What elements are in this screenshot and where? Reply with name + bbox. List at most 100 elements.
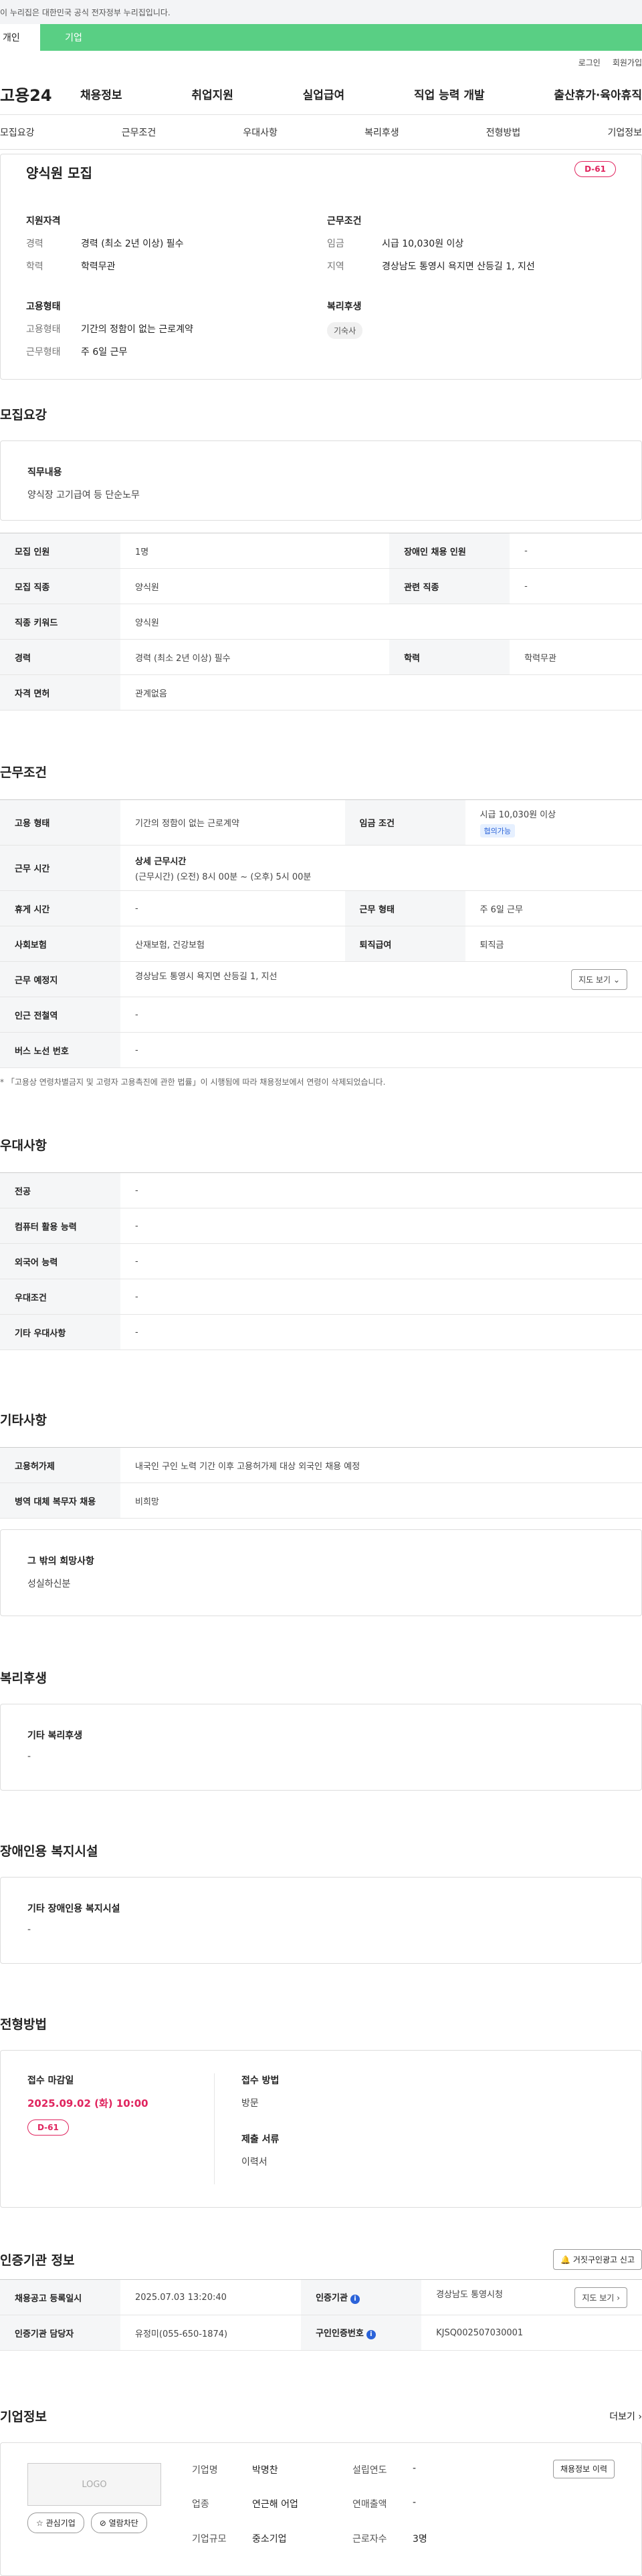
gnb-training[interactable]: 직업 능력 개발 <box>414 86 485 102</box>
chevron-right-icon: › <box>638 2411 642 2422</box>
more-link[interactable]: 더보기 › <box>609 2410 642 2423</box>
company-logo: LOGO <box>27 2463 161 2506</box>
gnb-support[interactable]: 취업지원 <box>191 86 233 102</box>
block-icon: ⊘ <box>99 2519 106 2528</box>
other-wishes-box: 그 밖의 희망사항 성실하신분 <box>0 1529 642 1616</box>
etc-table: 고용허가제 내국인 구인 노력 기간 이후 고용허가제 대상 외국인 채용 예정 … <box>0 1447 642 1519</box>
site-logo[interactable]: 고용24 <box>0 82 80 106</box>
job-duty-box: 직무내용 양식장 고기급여 등 단순노무 <box>0 440 642 521</box>
table-header-cell: 컴퓨터 활용 능력 <box>0 1208 120 1244</box>
table-cell: 내국인 구인 노력 기간 이후 고용허가제 대상 외국인 채용 예정 <box>120 1447 642 1483</box>
table-header-cell: 인근 전철역 <box>0 997 120 1033</box>
table-header-cell: 자격 면허 <box>0 674 120 711</box>
table-cell: 경상남도 통영시청 지도 보기 › <box>421 2279 642 2315</box>
star-icon: ☆ <box>36 2519 43 2528</box>
preference-heading: 우대사항 <box>0 1138 47 1153</box>
signup-link[interactable]: 회원가입 <box>613 57 642 68</box>
tab-recruit[interactable]: 모집요강 <box>0 126 35 139</box>
welfare-heading: 복리후생 <box>0 1671 47 1686</box>
table-header-cell: 근무 예정지 <box>0 961 120 997</box>
table-header-cell: 고용허가제 <box>0 1447 120 1483</box>
table-header-cell: 경력 <box>0 639 120 675</box>
section-tabs: 모집요강 근무조건 우대사항 복리후생 전형방법 기업정보 <box>0 115 642 150</box>
employment-block: 고용형태 고용형태 기간의 정함이 없는 근로계약 근무형태 주 6일 근무 <box>26 301 193 358</box>
info-icon[interactable]: i <box>350 2295 360 2304</box>
table-cell: 산재보험, 건강보험 <box>120 926 345 962</box>
gov-banner: 이 누리집은 대한민국 공식 전자정부 누리집입니다. <box>0 0 642 24</box>
table-header-cell: 기타 우대사항 <box>0 1314 120 1350</box>
table-header-cell: 모집 인원 <box>0 533 120 569</box>
conditions-heading: 근무조건 <box>0 765 47 780</box>
disabled-facility-box: 기타 장애인용 복지시설 - <box>0 1877 642 1964</box>
tab-company[interactable]: 기업정보 <box>607 126 642 139</box>
table-cell: - <box>510 568 642 604</box>
table-cell: 유정미(055-650-1874) <box>120 2315 302 2351</box>
job-title: 양식원 모집 <box>26 165 92 181</box>
process-heading: 전형방법 <box>0 2017 47 2032</box>
user-type-tabs: 개인 기업 <box>0 24 642 51</box>
qualification-block: 지원자격 경력 경력 (최소 2년 이상) 필수 학력 학력무관 <box>26 216 184 272</box>
table-header-cell: 외국어 능력 <box>0 1243 120 1279</box>
table-header-cell: 사회보험 <box>0 926 120 962</box>
table-cell: - <box>120 1172 642 1208</box>
table-header-cell: 전공 <box>0 1172 120 1208</box>
favorite-company-button[interactable]: ☆ 관심기업 <box>27 2513 84 2533</box>
dday-badge: D-61 <box>574 161 616 177</box>
table-cell: 관계없음 <box>120 674 642 711</box>
table-header-cell: 근무 형태 <box>344 890 465 926</box>
table-cell: - <box>120 1279 642 1315</box>
table-cell: - <box>120 1208 642 1244</box>
gnb-leave[interactable]: 출산휴가·육아휴직 <box>554 86 642 102</box>
block-view-button[interactable]: ⊘ 열람차단 <box>90 2513 147 2533</box>
table-header-cell: 구인인증번호 i <box>301 2315 422 2351</box>
report-fake-ad-button[interactable]: 🔔 거짓구인광고 신고 <box>553 2249 642 2270</box>
table-cell: 1명 <box>120 533 390 569</box>
company-info-grid: 기업명 박명찬 설립연도 - 업종 연근해 어업 연매출액 - 기업규모 중소기업 근로자… <box>192 2463 427 2545</box>
table-header-cell: 직종 키워드 <box>0 604 120 640</box>
table-header-cell: 채용공고 등록일시 <box>0 2279 120 2315</box>
tab-individual[interactable]: 개인 <box>0 24 40 51</box>
table-header-cell: 고용 형태 <box>0 799 120 846</box>
tab-preference[interactable]: 우대사항 <box>243 126 278 139</box>
company-heading: 기업정보 <box>0 2410 47 2424</box>
table-cell: 기간의 정함이 없는 근로계약 <box>120 799 345 846</box>
table-cell: - <box>120 997 642 1033</box>
login-link[interactable]: 로그인 <box>578 57 601 68</box>
table-cell: 양식원 <box>120 604 642 640</box>
tab-process[interactable]: 전형방법 <box>486 126 521 139</box>
chevron-right-icon: › <box>617 2293 620 2303</box>
deadline-date: 2025.09.02 (화) 10:00 <box>27 2097 148 2109</box>
process-dday-badge: D-61 <box>27 2119 69 2136</box>
welfare-block: 복리후생 기숙사 <box>327 299 628 368</box>
table-header-cell: 버스 노선 번호 <box>0 1032 120 1068</box>
table-cell: - <box>120 1314 642 1350</box>
process-box: 접수 마감일 2025.09.02 (화) 10:00 D-61 접수 방법 방… <box>0 2050 642 2208</box>
tab-conditions[interactable]: 근무조건 <box>122 126 156 139</box>
table-cell: 경력 (최소 2년 이상) 필수 <box>120 639 390 675</box>
table-cell: - <box>120 1243 642 1279</box>
hiring-history-button[interactable]: 채용정보 이력 <box>552 2460 615 2478</box>
table-header-cell: 모집 직종 <box>0 568 120 604</box>
table-cell: 양식원 <box>120 568 390 604</box>
welfare-tag: 기숙사 <box>327 322 363 339</box>
company-box: LOGO ☆ 관심기업 ⊘ 열람차단 기업명 박명찬 설립연도 - 업종 연근해 어업… <box>0 2442 642 2576</box>
info-icon[interactable]: i <box>366 2330 376 2339</box>
table-cell: - <box>120 1032 642 1068</box>
table-cell: 주 6일 근무 <box>465 890 642 926</box>
table-cell: 경상남도 통영시 욕지면 산등길 1, 지선 지도 보기 ⌄ <box>120 961 642 997</box>
table-header-cell: 관련 직종 <box>389 568 510 604</box>
table-header-cell: 학력 <box>389 639 510 675</box>
tab-welfare[interactable]: 복리후생 <box>364 126 399 139</box>
gnb-jobs[interactable]: 채용정보 <box>80 86 122 102</box>
gnb-benefit[interactable]: 실업급여 <box>303 86 345 102</box>
agency-heading: 인증기관 정보 <box>0 2253 75 2268</box>
map-view-button[interactable]: 지도 보기 ⌄ <box>571 969 627 990</box>
table-header-cell: 인증기관 i <box>301 2279 422 2315</box>
age-note: * 「고용상 연령차별금지 및 고령자 고용촉진에 관한 법률」이 시행됨에 따… <box>0 1077 386 1087</box>
conditions-table: 고용 형태 기간의 정함이 없는 근로계약 임금 조건 시급 10,030원 이상 협… <box>0 799 642 1068</box>
table-cell: 학력무관 <box>510 639 642 675</box>
tab-business[interactable]: 기업 <box>40 24 107 51</box>
table-cell: 상세 근무시간 (근무시간) (오전) 8시 00분 ~ (오후) 5시 00분 <box>120 845 642 891</box>
recruit-table: 모집 인원 1명 장애인 채용 인원 - 모집 직종 양식원 관련 직종 - 직종 키워드 양… <box>0 533 642 711</box>
agency-map-button[interactable]: 지도 보기 › <box>574 2287 627 2308</box>
